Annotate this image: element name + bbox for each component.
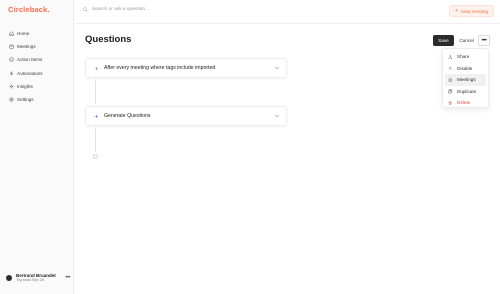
more-options-button[interactable]: ••• [478, 35, 490, 46]
user-profile[interactable]: Bertrand Bruandet Tryrands Sep 25 ••• [6, 271, 70, 285]
sidebar-item-home[interactable]: Home [6, 27, 70, 40]
action-card[interactable]: Generate Questions [85, 106, 287, 126]
workflow-connector [95, 79, 96, 104]
save-button[interactable]: Save [433, 35, 454, 46]
insights-icon [8, 83, 14, 89]
menu-item-label: Disable [457, 65, 473, 71]
sidebar-item-action-items[interactable]: Action Items [6, 53, 70, 66]
user-subtitle: Tryrands Sep 25 [16, 278, 44, 283]
sidebar-item-label: Automations [17, 70, 43, 76]
menu-item-disable[interactable]: Disable [445, 63, 486, 75]
search-bar[interactable]: Search or ask a question... [83, 7, 149, 12]
action-items-icon [8, 57, 14, 63]
workflow-connector [95, 127, 96, 152]
sidebar-item-insights[interactable]: Insights [6, 80, 70, 93]
chevron-down-icon[interactable] [274, 113, 280, 119]
new-meeting-button[interactable]: + New meeting [448, 5, 494, 17]
sidebar-item-settings[interactable]: Settings [6, 93, 70, 106]
meetings-icon [448, 77, 453, 82]
duplicate-icon [448, 89, 453, 94]
meetings-icon [8, 44, 14, 50]
menu-item-label: Delete [457, 100, 471, 106]
home-icon [8, 31, 14, 37]
sidebar-item-label: Meetings [17, 44, 36, 50]
close-icon [448, 66, 453, 71]
menu-item-label: Meetings [457, 77, 476, 83]
user-info: Bertrand Bruandet Tryrands Sep 25 [16, 273, 65, 284]
menu-item-label: Share [457, 54, 470, 60]
search-icon [83, 7, 88, 12]
trigger-label: After every meeting where tags include i… [104, 65, 216, 71]
share-icon [448, 54, 453, 59]
menu-item-meetings[interactable]: Meetings [445, 74, 486, 86]
automations-icon [8, 70, 14, 76]
sidebar-item-automations[interactable]: Automations [6, 67, 70, 80]
trigger-card[interactable]: After every meeting where tags include i… [85, 58, 287, 78]
more-options-menu: Share Disable Meetings Duplicate Delete [442, 48, 489, 108]
sidebar: Circleback. Home Meetings Action Items A… [0, 0, 74, 294]
menu-item-delete[interactable]: Delete [445, 97, 486, 109]
plus-icon: + [454, 8, 459, 14]
menu-item-duplicate[interactable]: Duplicate [445, 86, 486, 98]
sparkle-icon [93, 113, 99, 119]
sidebar-item-label: Action Items [17, 57, 43, 63]
menu-item-share[interactable]: Share [445, 51, 486, 63]
sidebar-item-meetings[interactable]: Meetings [6, 40, 70, 53]
trash-icon [448, 100, 453, 105]
menu-item-label: Duplicate [457, 88, 477, 94]
sidebar-item-label: Insights [17, 83, 33, 89]
top-bar: Search or ask a question... + New meetin… [75, 0, 500, 24]
page-title: Questions [85, 34, 132, 45]
avatar [6, 275, 12, 281]
search-input[interactable]: Search or ask a question... [92, 7, 149, 12]
app-logo[interactable]: Circleback. [8, 5, 50, 14]
action-label: Generate Questions [104, 113, 151, 119]
add-step-node[interactable] [93, 154, 98, 159]
sidebar-item-label: Home [17, 31, 30, 37]
sidebar-item-label: Settings [17, 97, 34, 103]
cancel-button[interactable]: Cancel [458, 35, 475, 46]
bolt-icon [93, 65, 99, 71]
new-meeting-label: New meeting [461, 8, 488, 14]
sidebar-nav: Home Meetings Action Items Automations I… [6, 27, 70, 106]
chevron-down-icon[interactable] [274, 65, 280, 71]
user-more-icon[interactable]: ••• [65, 275, 70, 281]
settings-icon [8, 97, 14, 103]
